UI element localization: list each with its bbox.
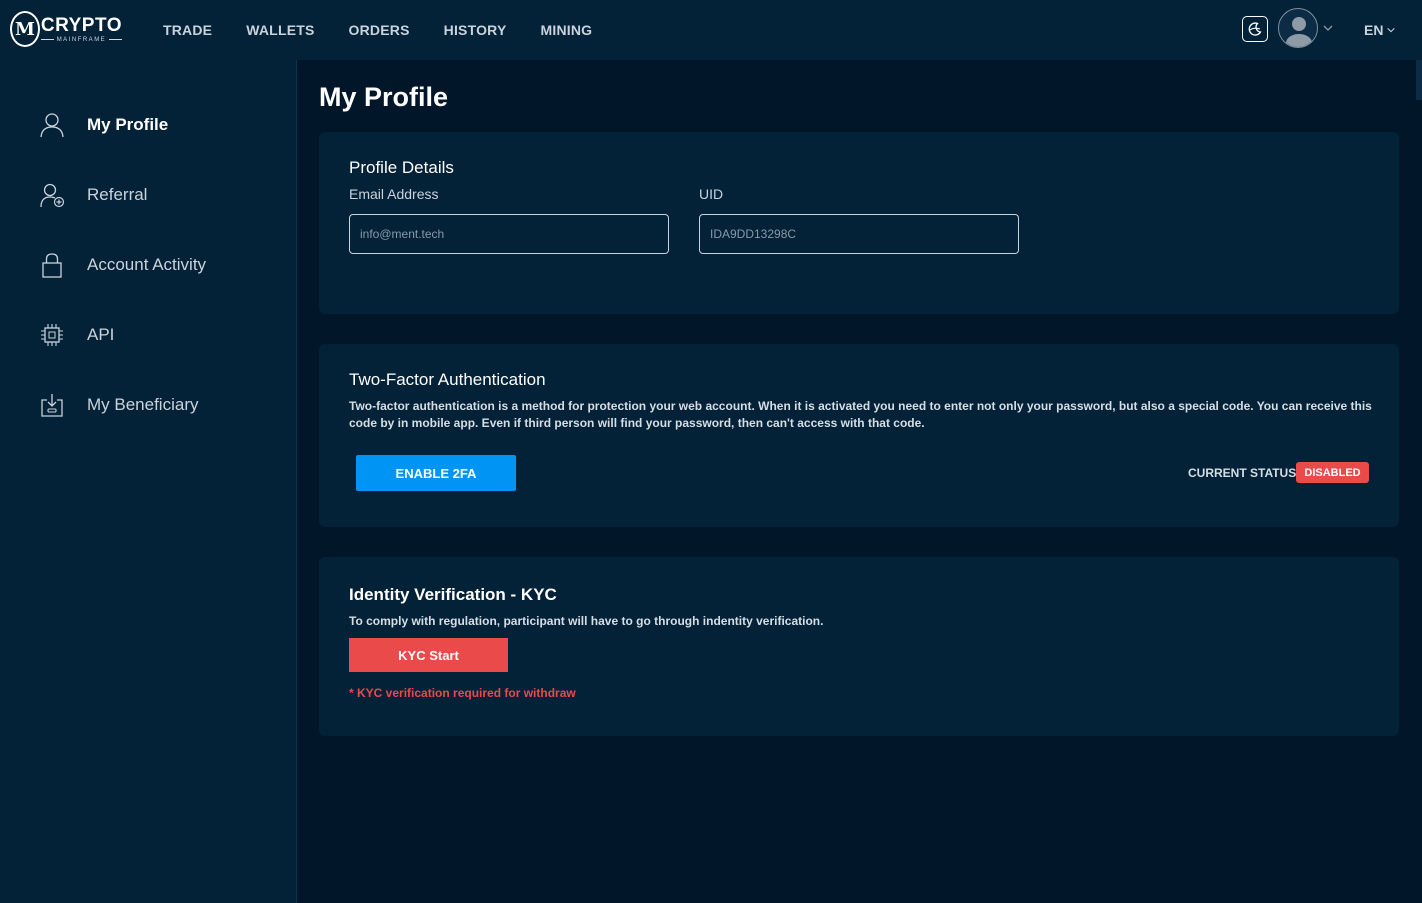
kyc-note: * KYC verification required for withdraw: [349, 686, 576, 700]
sidebar-item-my-profile[interactable]: My Profile: [38, 110, 168, 140]
sidebar-item-label: API: [87, 325, 115, 344]
nav-wallets[interactable]: WALLETS: [246, 22, 314, 38]
brand-name: CRYPTO: [40, 14, 122, 36]
kyc-start-button[interactable]: KYC Start: [349, 638, 508, 672]
kyc-card: Identity Verification - KYC To comply wi…: [319, 557, 1399, 736]
top-navbar: M CRYPTO MAINFRAME TRADE WALLETS ORDERS …: [0, 0, 1422, 60]
status-badge: DISABLED: [1296, 462, 1369, 483]
user-icon: [38, 111, 66, 139]
chevron-down-icon[interactable]: [1322, 22, 1334, 34]
brand-subtitle: MAINFRAME: [41, 37, 122, 43]
two-factor-card: Two-Factor Authentication Two-factor aut…: [319, 344, 1399, 527]
sidebar-item-referral[interactable]: Referral: [38, 180, 147, 210]
chip-icon: [38, 321, 66, 349]
main-nav: TRADE WALLETS ORDERS HISTORY MINING: [163, 0, 626, 60]
sidebar-item-label: My Profile: [87, 115, 169, 134]
current-status-label: CURRENT STATUS:: [1188, 466, 1301, 480]
email-field[interactable]: info@ment.tech: [349, 214, 669, 254]
scrollbar-thumb[interactable]: [1416, 60, 1422, 100]
language-selector[interactable]: EN: [1364, 22, 1396, 38]
avatar-icon: [1286, 17, 1312, 47]
nav-mining[interactable]: MINING: [541, 22, 593, 38]
user-avatar[interactable]: [1278, 8, 1318, 48]
user-add-icon: [38, 181, 66, 209]
nav-orders[interactable]: ORDERS: [349, 22, 410, 38]
logo-mark-icon: M: [10, 11, 40, 47]
nav-history[interactable]: HISTORY: [444, 22, 507, 38]
kyc-title: Identity Verification - KYC: [349, 585, 557, 604]
two-factor-title: Two-Factor Authentication: [349, 370, 546, 389]
sidebar-item-api[interactable]: API: [38, 320, 114, 350]
brand-logo[interactable]: M CRYPTO MAINFRAME: [10, 9, 122, 49]
sidebar: My Profile Referral Account Activity API…: [0, 60, 297, 903]
theme-toggle-button[interactable]: [1242, 16, 1268, 42]
two-factor-description: Two-factor authentication is a method fo…: [349, 399, 1372, 430]
uid-field[interactable]: IDA9DD13298C: [699, 214, 1019, 254]
scrollbar[interactable]: [1416, 60, 1422, 903]
profile-details-card: Profile Details Email Address info@ment.…: [319, 132, 1399, 314]
sidebar-item-label: Referral: [87, 185, 148, 204]
sidebar-item-my-beneficiary[interactable]: My Beneficiary: [38, 390, 198, 420]
uid-label: UID: [699, 186, 724, 202]
enable-2fa-button[interactable]: ENABLE 2FA: [356, 455, 516, 491]
inbox-download-icon: [38, 391, 66, 419]
page-title: My Profile: [319, 82, 449, 112]
sidebar-item-label: My Beneficiary: [87, 395, 199, 414]
lock-icon: [38, 251, 66, 279]
sidebar-item-label: Account Activity: [87, 255, 207, 274]
email-label: Email Address: [349, 186, 439, 202]
moon-icon: [1248, 22, 1262, 36]
nav-trade[interactable]: TRADE: [163, 22, 212, 38]
sidebar-item-account-activity[interactable]: Account Activity: [38, 250, 206, 280]
profile-details-title: Profile Details: [349, 158, 454, 177]
chevron-down-icon: [1387, 27, 1396, 33]
language-label: EN: [1364, 22, 1384, 38]
kyc-description: To comply with regulation, participant w…: [349, 614, 824, 628]
